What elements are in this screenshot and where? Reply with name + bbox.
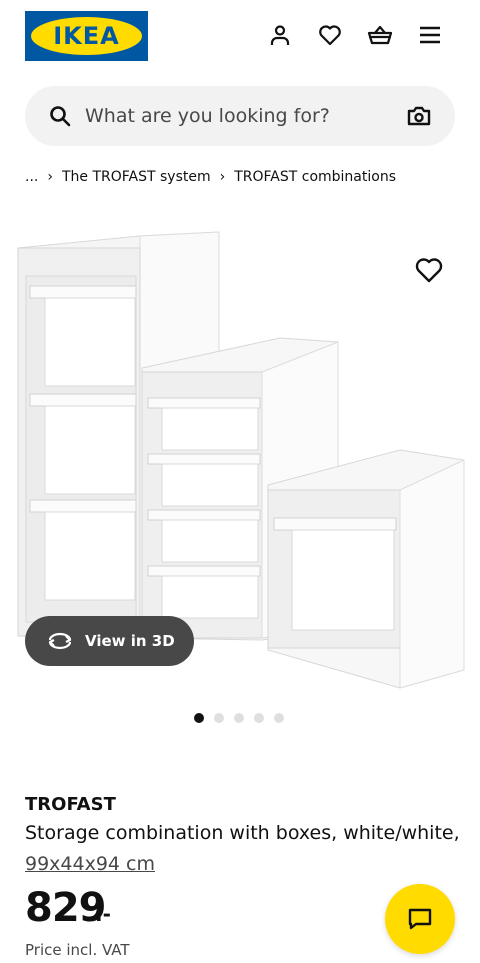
menu-icon[interactable] <box>415 20 445 50</box>
breadcrumb-ellipsis[interactable]: ... <box>25 169 38 185</box>
view-in-3d-label: View in 3D <box>85 632 175 650</box>
save-to-favourites-heart-icon[interactable] <box>414 256 444 284</box>
header: IKEA <box>0 0 480 72</box>
carousel-dot-4[interactable] <box>254 713 264 723</box>
carousel-dot-5[interactable] <box>274 713 284 723</box>
camera-icon[interactable] <box>406 104 432 128</box>
view-in-3d-button[interactable]: View in 3D <box>25 616 194 666</box>
chevron-right-icon: › <box>47 169 53 185</box>
price-vat-note: Price incl. VAT <box>25 941 130 959</box>
product-description: Storage combination with boxes, white/wh… <box>25 822 460 844</box>
rotate-3d-icon <box>48 632 72 650</box>
search-bar[interactable] <box>25 86 455 146</box>
breadcrumb-trofast-system[interactable]: The TROFAST system <box>62 169 211 185</box>
basket-icon[interactable] <box>365 20 395 50</box>
carousel-dot-3[interactable] <box>234 713 244 723</box>
logo-text: IKEA <box>53 22 120 50</box>
image-carousel-dots <box>194 713 294 723</box>
carousel-dot-2[interactable] <box>214 713 224 723</box>
breadcrumb-trofast-combinations[interactable]: TROFAST combinations <box>234 169 396 185</box>
chat-button[interactable] <box>385 884 455 954</box>
product-price: 829 <box>25 885 106 931</box>
search-input[interactable] <box>85 86 395 146</box>
product-dimensions-link[interactable]: 99x44x94 cm <box>25 853 155 875</box>
search-icon <box>50 106 71 127</box>
product-price-suffix: .- <box>95 902 111 926</box>
heart-icon[interactable] <box>315 20 345 50</box>
breadcrumb: ... › The TROFAST system › TROFAST combi… <box>25 166 396 188</box>
chevron-right-icon: › <box>219 169 226 185</box>
carousel-dot-1[interactable] <box>194 713 204 723</box>
user-icon[interactable] <box>265 20 295 50</box>
ikea-logo[interactable]: IKEA <box>25 11 148 61</box>
product-name: TROFAST <box>25 794 116 815</box>
chat-icon <box>408 908 432 930</box>
